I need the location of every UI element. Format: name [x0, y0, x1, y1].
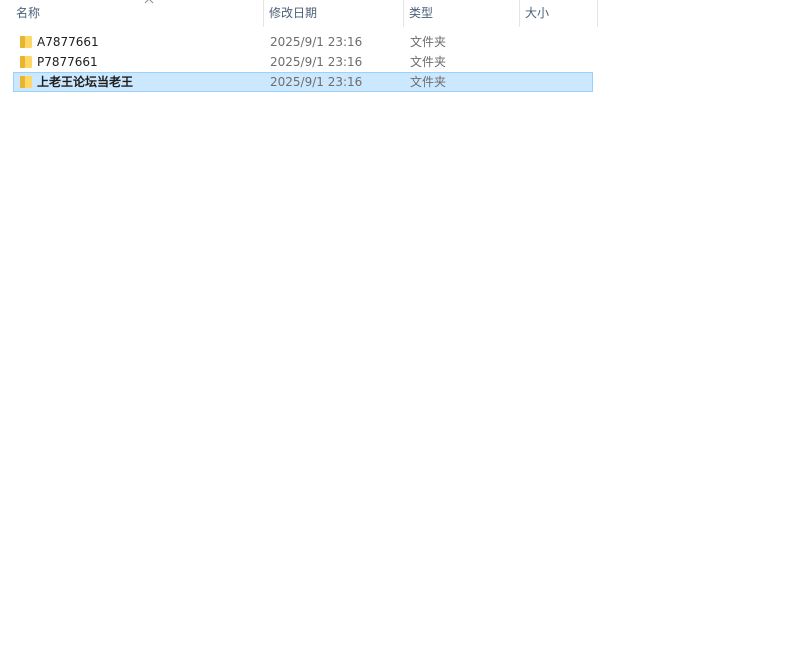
folder-icon: [20, 56, 32, 68]
folder-icon: [20, 76, 32, 88]
file-modified-date: 2025/9/1 23:16: [270, 55, 363, 69]
file-row[interactable]: A7877661 2025/9/1 23:16 文件夹: [13, 32, 593, 52]
column-header-name[interactable]: 名称: [11, 0, 264, 27]
file-modified-date: 2025/9/1 23:16: [270, 75, 363, 89]
file-row-selected[interactable]: 上老王论坛当老王 2025/9/1 23:16 文件夹: [13, 72, 593, 92]
file-name: 上老王论坛当老王: [37, 75, 134, 89]
chevron-up-icon: [144, 0, 154, 4]
column-header-size-label: 大小: [525, 6, 550, 20]
file-type: 文件夹: [410, 55, 447, 69]
file-name: A7877661: [37, 35, 99, 49]
file-explorer-list-view: 名称 修改日期 类型 大小 A7877661 2025/9/1 23:16 文件…: [0, 0, 800, 663]
column-header-bar: 名称 修改日期 类型 大小: [0, 0, 598, 27]
column-header-type-label: 类型: [409, 6, 434, 20]
file-name: P7877661: [37, 55, 98, 69]
file-modified-date: 2025/9/1 23:16: [270, 35, 363, 49]
folder-icon: [20, 36, 32, 48]
column-header-type[interactable]: 类型: [404, 0, 520, 27]
file-type: 文件夹: [410, 75, 447, 89]
file-list: A7877661 2025/9/1 23:16 文件夹 P7877661 202…: [13, 32, 595, 92]
file-type: 文件夹: [410, 35, 447, 49]
column-header-name-label: 名称: [16, 6, 41, 20]
column-header-size[interactable]: 大小: [520, 0, 598, 27]
column-header-date-label: 修改日期: [269, 6, 318, 20]
file-row[interactable]: P7877661 2025/9/1 23:16 文件夹: [13, 52, 593, 72]
column-header-date[interactable]: 修改日期: [264, 0, 404, 27]
